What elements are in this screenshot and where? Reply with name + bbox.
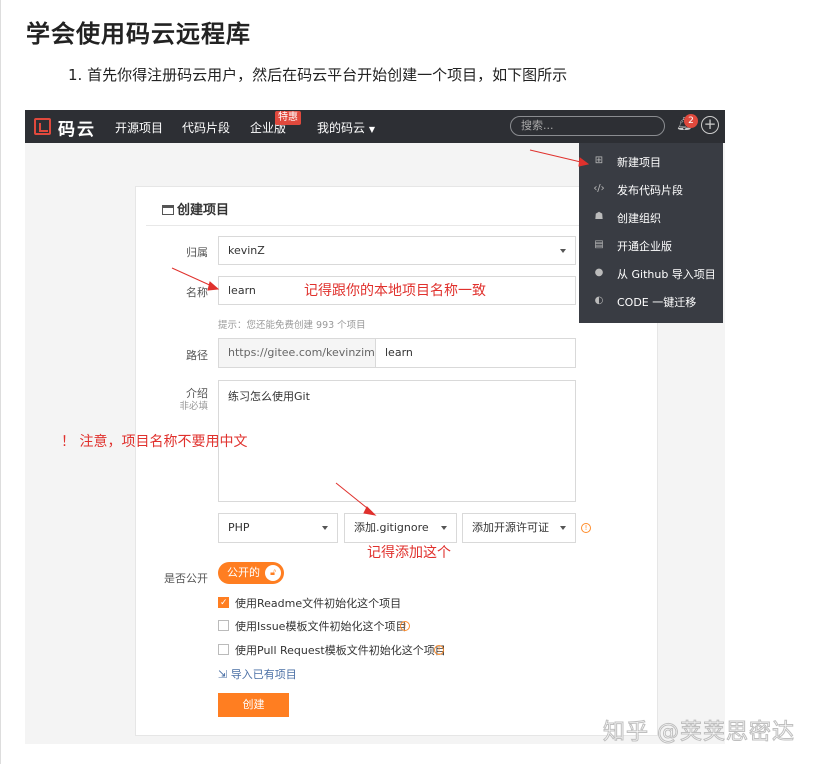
annotation-arrows [171,149,590,516]
chinese-name-warning: ！ 注意，项目名称不要用中文 [61,434,248,450]
arrow-to-new-project [529,149,586,164]
arrowhead [207,281,220,291]
gitignore-annotation: 记得添加这个 [367,545,451,561]
zhihu-watermark: 知乎 @荚荚思密达 [603,720,795,746]
arrowhead [363,506,377,516]
name-annotation: 记得跟你的本地项目名称一致 [304,283,486,299]
arrow-to-name-field [171,267,215,288]
arrowhead [578,157,590,167]
